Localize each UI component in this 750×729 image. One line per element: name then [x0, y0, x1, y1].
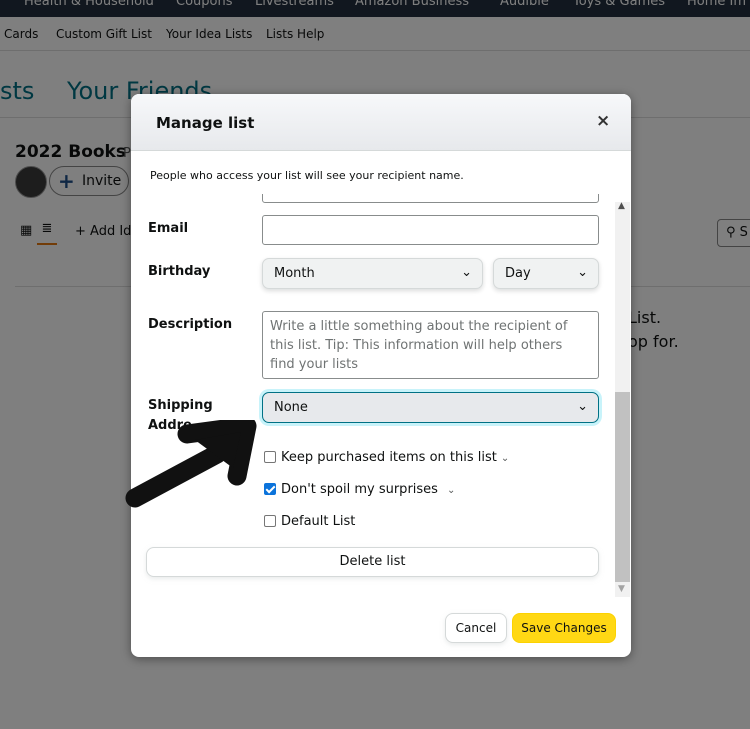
close-icon[interactable]: × — [596, 111, 610, 131]
dont-spoil-label: Don't spoil my surprises — [281, 482, 438, 497]
keep-purchased-label: Keep purchased items on this list — [281, 450, 497, 465]
description-textarea[interactable]: Write a little something about the recip… — [262, 311, 599, 379]
annotation-arrow-icon — [125, 420, 257, 508]
cancel-button[interactable]: Cancel — [445, 613, 507, 643]
dont-spoil-checkbox[interactable] — [264, 483, 276, 495]
delete-list-button[interactable]: Delete list — [146, 547, 599, 577]
birthday-day-select[interactable]: Day ⌄ — [493, 258, 599, 289]
scroll-down-icon[interactable]: ▼ — [618, 584, 625, 594]
shipping-value: None — [274, 400, 308, 415]
shipping-address-select[interactable]: None ⌄ — [262, 392, 599, 423]
manage-list-modal: Manage list × People who access your lis… — [131, 94, 631, 657]
keep-purchased-checkbox[interactable] — [264, 451, 276, 463]
modal-scrollbar[interactable]: ▲ ▼ — [615, 201, 630, 597]
default-list-checkbox[interactable] — [264, 515, 276, 527]
scrollbar-thumb[interactable] — [615, 392, 630, 582]
chevron-down-icon[interactable]: ⌄ — [501, 453, 509, 464]
chevron-down-icon[interactable]: ⌄ — [447, 485, 455, 496]
description-label: Description — [148, 317, 233, 332]
dont-spoil-row[interactable]: Don't spoil my surprises ⌄ — [264, 482, 455, 497]
scroll-up-icon[interactable]: ▲ — [618, 201, 625, 211]
month-value: Month — [274, 266, 315, 281]
day-value: Day — [505, 266, 531, 281]
birthday-month-select[interactable]: Month ⌄ — [262, 258, 483, 289]
chevron-down-icon: ⌄ — [577, 399, 588, 414]
modal-header: Manage list × — [131, 94, 631, 151]
email-label: Email — [148, 221, 189, 236]
modal-title: Manage list — [156, 114, 255, 132]
keep-purchased-row[interactable]: Keep purchased items on this list ⌄ — [264, 450, 509, 465]
save-changes-button[interactable]: Save Changes — [512, 613, 616, 643]
birthday-label: Birthday — [148, 264, 211, 279]
email-field[interactable] — [262, 215, 599, 245]
chevron-down-icon: ⌄ — [577, 265, 588, 280]
default-list-label: Default List — [281, 514, 356, 529]
modal-scroll-area[interactable]: Email Birthday Month ⌄ Day ⌄ Description… — [131, 194, 631, 594]
recipient-notice: People who access your list will see you… — [150, 169, 464, 182]
chevron-down-icon: ⌄ — [461, 265, 472, 280]
shipping-label-line1: Shipping — [148, 398, 213, 413]
default-list-row[interactable]: Default List — [264, 514, 355, 529]
recipient-name-input[interactable] — [262, 194, 599, 203]
